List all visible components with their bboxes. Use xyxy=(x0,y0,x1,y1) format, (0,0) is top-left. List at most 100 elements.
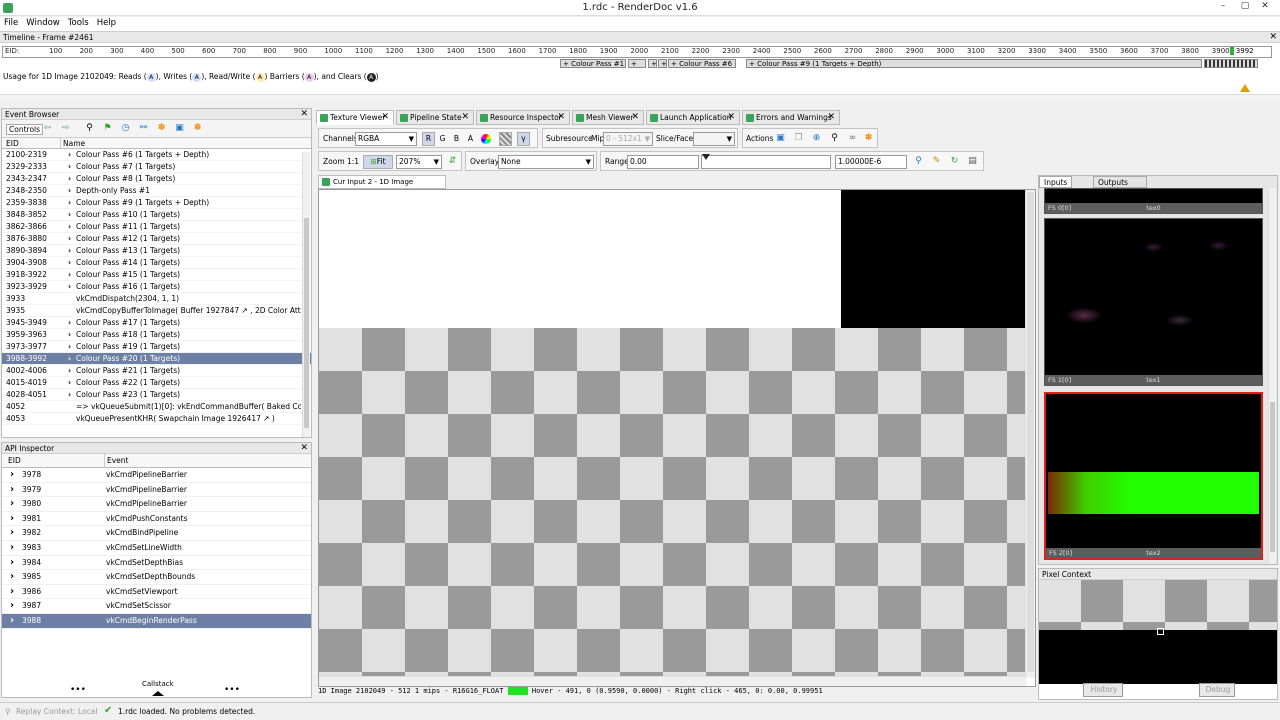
event-row[interactable]: 4053 vkQueuePresentKHR( Swapchain Image 1… xyxy=(2,413,311,425)
close-icon[interactable]: ✕ xyxy=(300,443,308,454)
close-icon[interactable]: ✕ xyxy=(827,111,835,124)
range-min-input[interactable]: 0.00 xyxy=(627,155,699,169)
api-row[interactable]: › 3978 vkCmdPipelineBarrier xyxy=(2,468,311,483)
expand-chevron-icon[interactable]: › xyxy=(10,570,14,584)
expand-chevron-icon[interactable]: › xyxy=(10,497,14,511)
find-icon[interactable]: ⚲ xyxy=(84,123,95,134)
splitter-dots[interactable]: ••• xyxy=(70,685,86,695)
event-row[interactable]: 4028-4051 › Colour Pass #23 (1 Targets) xyxy=(2,389,311,401)
checkerboard-toggle-icon[interactable] xyxy=(499,132,512,146)
zoom-1to1-button[interactable]: 1:1 xyxy=(347,157,359,166)
pass-marker[interactable]: + xyxy=(658,59,667,68)
close-icon[interactable]: ✕ xyxy=(1269,32,1277,43)
gamma-toggle[interactable]: γ xyxy=(517,132,530,146)
event-row[interactable]: 3876-3880 › Colour Pass #12 (1 Targets) xyxy=(2,233,311,245)
api-row[interactable]: › 3980 vkCmdPipelineBarrier xyxy=(2,497,311,512)
expand-chevron-icon[interactable]: › xyxy=(68,365,71,376)
replay-context-label[interactable]: Replay Context: Local xyxy=(16,707,97,716)
expand-chevron-icon[interactable]: › xyxy=(10,483,14,497)
tab-pipeline-state[interactable]: Pipeline State ✕ xyxy=(396,110,474,125)
event-row[interactable]: 3988-3992 › Colour Pass #20 (1 Targets) xyxy=(2,353,311,365)
event-row[interactable]: 3890-3894 › Colour Pass #13 (1 Targets) xyxy=(2,245,311,257)
close-icon[interactable]: ✕ xyxy=(300,109,308,120)
api-row[interactable]: › 3982 vkCmdBindPipeline xyxy=(2,526,311,541)
expand-chevron-icon[interactable]: › xyxy=(10,526,14,540)
timeline-ruler[interactable]: EID: 100 200 300 400 500 600 700 800 900 1000 1100… xyxy=(2,46,1272,58)
close-icon[interactable]: ✕ xyxy=(727,111,735,124)
event-row[interactable]: 2348-2350 › Depth-only Pass #1 xyxy=(2,185,311,197)
bookmark-flag-icon[interactable]: ⚑ xyxy=(102,123,113,134)
api-row[interactable]: › 3981 vkCmdPushConstants xyxy=(2,512,311,527)
thumbnail-tex2[interactable]: FS 2[0] tex2 xyxy=(1044,392,1263,560)
range-slider[interactable] xyxy=(701,154,831,169)
maximize-button[interactable]: ▢ xyxy=(1238,1,1252,13)
color-picker-icon[interactable] xyxy=(481,134,491,144)
pass-marker[interactable]: + Colour Pass #1 (1 Tar xyxy=(560,59,626,68)
auto-fit-icon[interactable]: ✎ xyxy=(931,156,942,167)
scrollbar-thumb[interactable] xyxy=(1270,402,1275,552)
tab-resource-inspector[interactable]: Resource Inspector ✕ xyxy=(476,110,570,125)
close-window-button[interactable]: ✕ xyxy=(1258,1,1272,13)
expand-chevron-icon[interactable]: › xyxy=(10,512,14,526)
api-row[interactable]: › 3984 vkCmdSetDepthBias xyxy=(2,556,311,571)
histogram-icon[interactable]: ▤ xyxy=(967,156,978,167)
splitter-dots[interactable]: ••• xyxy=(224,685,240,695)
controls-button[interactable]: Controls xyxy=(6,124,44,135)
expand-chevron-icon[interactable]: › xyxy=(68,269,71,280)
event-row[interactable]: 3935 vkCmdCopyBufferToImage( Buffer 19278… xyxy=(2,305,311,317)
api-row[interactable]: › 3979 vkCmdPipelineBarrier xyxy=(2,483,311,498)
event-row[interactable]: 3933 vkCmdDispatch(2304, 1, 1) xyxy=(2,293,311,305)
close-icon[interactable]: ✕ xyxy=(557,111,565,124)
event-row[interactable]: 2100-2319 › Colour Pass #6 (1 Targets + De… xyxy=(2,149,311,161)
api-row[interactable]: › 3983 vkCmdSetLineWidth xyxy=(2,541,311,556)
column-eid[interactable]: EID xyxy=(6,138,19,149)
event-row[interactable]: 2343-2347 › Colour Pass #8 (1 Targets) xyxy=(2,173,311,185)
expand-chevron-icon[interactable]: › xyxy=(68,185,71,196)
channel-a-toggle[interactable]: A xyxy=(464,132,477,146)
tab-inputs[interactable]: Inputs xyxy=(1039,176,1073,188)
tab-texture-viewer[interactable]: Texture Viewer ✕ xyxy=(316,110,394,125)
expand-chevron-icon[interactable]: › xyxy=(10,468,14,482)
inputs-scrollbar[interactable] xyxy=(1268,188,1276,564)
scrollbar-thumb[interactable] xyxy=(304,218,309,428)
debug-button[interactable]: Debug xyxy=(1199,683,1235,697)
minimize-button[interactable]: – xyxy=(1216,1,1230,13)
zoom-select[interactable]: 207% ▼ xyxy=(396,155,442,169)
pass-marker[interactable]: + xyxy=(648,59,657,68)
slice-select[interactable]: ▼ xyxy=(693,132,735,146)
event-row[interactable]: 3923-3929 › Colour Pass #16 (1 Targets) xyxy=(2,281,311,293)
column-name[interactable]: Name xyxy=(60,138,85,149)
event-list-scrollbar[interactable] xyxy=(302,152,310,437)
column-event[interactable]: Event xyxy=(104,454,129,468)
canvas-horizontal-scrollbar[interactable] xyxy=(319,676,1027,686)
column-eid[interactable]: EID xyxy=(8,454,21,468)
callstack-label[interactable]: Callstack xyxy=(142,680,174,688)
event-row[interactable]: 2329-2333 › Colour Pass #7 (1 Targets) xyxy=(2,161,311,173)
expand-chevron-icon[interactable]: › xyxy=(68,389,71,400)
event-row[interactable]: 3862-3866 › Colour Pass #11 (1 Targets) xyxy=(2,221,311,233)
reset-range-icon[interactable]: ↻ xyxy=(949,156,960,167)
arrow-left-icon[interactable]: ⇦ xyxy=(42,123,53,134)
range-black-handle[interactable] xyxy=(702,154,710,160)
thumbnail-tex1[interactable]: FS 1[0] tex1 xyxy=(1044,218,1263,386)
channel-g-toggle[interactable]: G xyxy=(436,132,449,146)
expand-chevron-icon[interactable]: › xyxy=(68,245,71,256)
pass-marker[interactable]: + xyxy=(628,59,646,68)
channel-r-toggle[interactable]: R xyxy=(422,132,435,146)
event-row[interactable]: 4015-4019 › Colour Pass #22 (1 Targets) xyxy=(2,377,311,389)
close-icon[interactable]: ✕ xyxy=(381,111,389,124)
expand-chevron-icon[interactable]: › xyxy=(10,614,14,628)
event-row[interactable]: 2359-3838 › Colour Pass #9 (1 Targets + De… xyxy=(2,197,311,209)
tab-mesh-viewer[interactable]: Mesh Viewer ✕ xyxy=(572,110,644,125)
expand-chevron-icon[interactable]: › xyxy=(68,149,71,160)
pass-marker[interactable]: + Colour Pass #6 (1 Tar xyxy=(668,59,736,68)
expand-chevron-icon[interactable]: › xyxy=(68,257,71,268)
menu-window[interactable]: Window xyxy=(22,17,64,29)
tab-errors-and-warnings[interactable]: Errors and Warnings ✕ xyxy=(742,110,840,125)
texture-canvas[interactable] xyxy=(318,189,1036,687)
expand-chevron-icon[interactable]: › xyxy=(10,556,14,570)
menu-tools[interactable]: Tools xyxy=(64,17,93,29)
event-row[interactable]: 4052 => vkQueueSubmit(1)[0]: vkEndCommand… xyxy=(2,401,311,413)
api-row[interactable]: › 3986 vkCmdSetViewport xyxy=(2,585,311,600)
arrow-right-icon[interactable]: ⇨ xyxy=(60,123,71,134)
